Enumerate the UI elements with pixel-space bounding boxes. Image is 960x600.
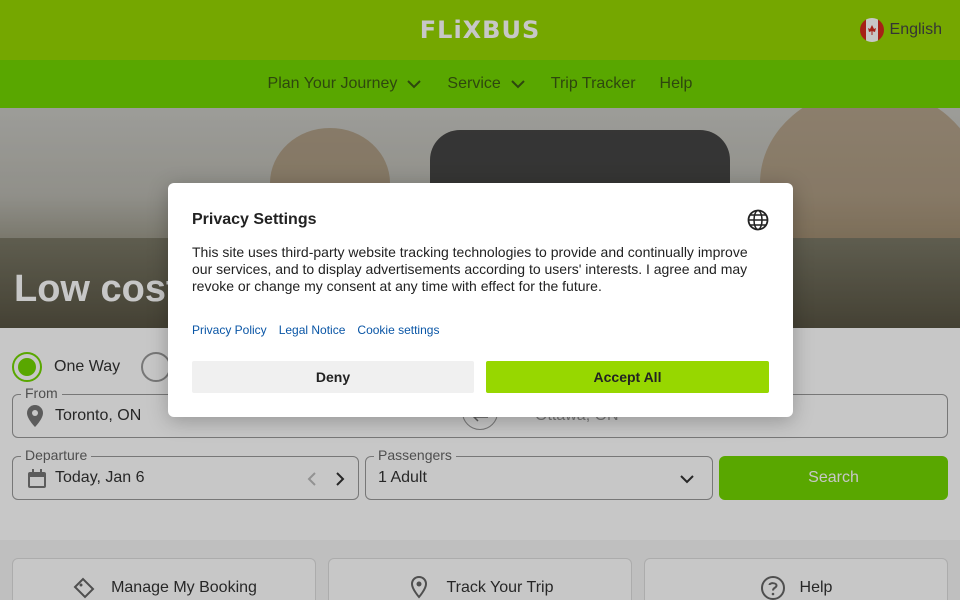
privacy-settings-dialog: Privacy Settings This site uses third-pa…: [168, 183, 793, 417]
cookie-settings-link[interactable]: Cookie settings: [357, 323, 439, 337]
globe-icon[interactable]: [747, 209, 769, 231]
deny-button[interactable]: Deny: [192, 361, 474, 393]
legal-notice-link[interactable]: Legal Notice: [279, 323, 346, 337]
dialog-title: Privacy Settings: [192, 211, 317, 228]
privacy-policy-link[interactable]: Privacy Policy: [192, 323, 267, 337]
dialog-text: This site uses third-party website track…: [192, 244, 748, 294]
accept-all-button[interactable]: Accept All: [486, 361, 769, 393]
dialog-links: Privacy Policy Legal Notice Cookie setti…: [192, 323, 439, 337]
